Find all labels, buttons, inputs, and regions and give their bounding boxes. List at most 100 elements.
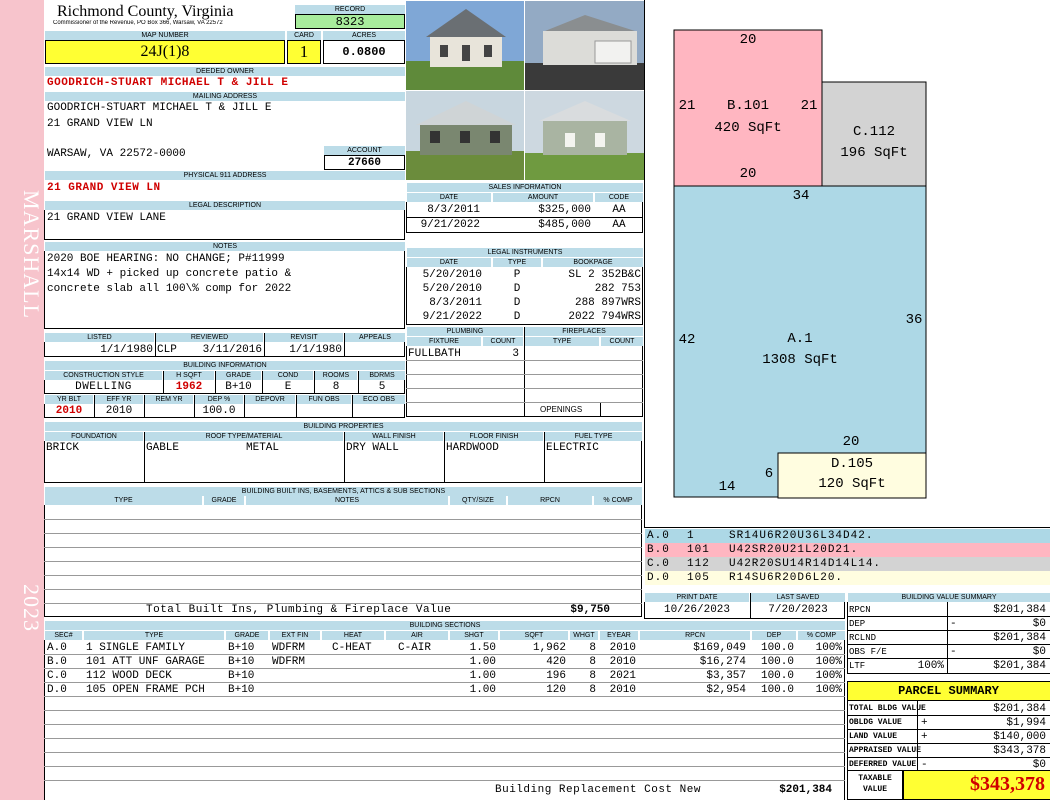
county-subtitle: Commissioner of the Revenue, PO Box 366,… — [53, 20, 223, 26]
section-sec: B.0 — [47, 656, 67, 668]
mailing-line-3: WARSAW, VA 22572-0000 — [47, 148, 186, 160]
notes-header: NOTES — [45, 242, 405, 251]
ecoobs-header: ECO OBS — [353, 395, 405, 404]
dim-b-top: 20 — [739, 32, 757, 48]
revisit-header: REVISIT — [265, 333, 343, 342]
sections-col-header: TYPE — [84, 631, 224, 640]
side-photo — [525, 1, 644, 90]
sketch-legend-row: A.0 1 SR14U6R20U36L34D42. — [645, 529, 1050, 543]
sections-col-header: AIR — [386, 631, 448, 640]
sales-amount: $325,000 — [538, 204, 591, 216]
section-shgt: 1.00 — [469, 670, 496, 682]
vs-ltf-label: LTF — [849, 661, 866, 671]
section-eyear: 2010 — [609, 642, 636, 654]
district-label: MARSHALL — [19, 190, 44, 320]
record-header: RECORD — [295, 5, 405, 14]
vs-ltf-pct: 100% — [917, 660, 944, 672]
builtins-col-type: TYPE — [45, 496, 202, 505]
section-grade: B+10 — [228, 656, 255, 668]
sketch-d-sqft: 120 SqFt — [818, 476, 886, 492]
section-rpcn: $3,357 — [706, 670, 746, 682]
floor-finish-header: FLOOR FINISH — [445, 432, 543, 441]
ps-obldg: $1,994 — [1006, 717, 1046, 729]
section-rpcn: $169,049 — [693, 642, 746, 654]
section-type: 1 SINGLE FAMILY — [86, 642, 186, 654]
county-title: Richmond County, Virginia — [57, 3, 234, 20]
last-saved-date: 7/20/2023 — [768, 604, 828, 616]
fireplaces-col-count: COUNT — [601, 337, 643, 346]
instrument-date: 5/20/2010 — [422, 269, 482, 281]
section-ext: WDFRM — [272, 656, 306, 668]
builtins-col-rpcn: RPCN — [508, 496, 592, 505]
construction-style: DWELLING — [75, 381, 132, 393]
taxable-label-1: TAXABLE — [858, 774, 892, 783]
section-eyear: 2010 — [609, 684, 636, 696]
sketch-b-sqft: 420 SqFt — [714, 120, 782, 136]
section-rpcn: $2,954 — [706, 684, 746, 696]
instrument-type: D — [513, 311, 521, 323]
plumbing-count: 3 — [512, 348, 519, 360]
listed-header: LISTED — [45, 333, 154, 342]
legend-path: R14SU6R20D6L20. — [729, 572, 844, 584]
instrument-bookpage: SL 2 352B&C — [568, 269, 641, 281]
legend-sec: C.0 — [647, 558, 670, 570]
section-whgt: 8 — [589, 642, 596, 654]
sales-col-amount: AMOUNT — [493, 193, 593, 202]
legal-description: 21 GRAND VIEW LANE — [47, 212, 166, 224]
year-label: 2023 — [19, 584, 44, 632]
notes-line-3: concrete slab all 100\% comp for 2022 — [47, 283, 292, 295]
sales-code: AA — [612, 204, 626, 216]
fuel-type-header: FUEL TYPE — [545, 432, 642, 441]
construction-style-header: CONSTRUCTION STYLE — [45, 371, 162, 380]
vs-rcl-label: RCLND — [849, 633, 877, 643]
appeals-header: APPEALS — [345, 333, 405, 342]
section-sec: A.0 — [47, 642, 67, 654]
roof-material-value: METAL — [246, 442, 280, 454]
value-summary-header: BUILDING VALUE SUMMARY — [848, 593, 1050, 602]
bedrooms-count: 5 — [378, 381, 386, 393]
dim-d-top: 20 — [842, 434, 860, 450]
fireplaces-header: FIREPLACES — [525, 327, 643, 336]
section-type: 105 OPEN FRAME PCH — [86, 684, 205, 696]
instrument-date: 5/20/2010 — [422, 283, 482, 295]
legend-code: 1 — [687, 530, 695, 542]
building-grade: B+10 — [225, 381, 252, 393]
effective-year: 2010 — [105, 405, 133, 417]
sales-header: SALES INFORMATION — [407, 183, 643, 192]
vs-ltf: $201,384 — [993, 660, 1046, 672]
porch-photo — [525, 91, 644, 180]
building-condition: E — [284, 381, 292, 393]
year-built: 2010 — [55, 405, 83, 417]
dim-d-left: 6 — [764, 466, 774, 482]
reviewer-initials: CLP — [157, 344, 177, 356]
section-dep: 100.0 — [760, 684, 794, 696]
map-header: MAP NUMBER — [45, 31, 285, 40]
section-dep: 100.0 — [760, 656, 794, 668]
properties-header: BUILDING PROPERTIES — [45, 422, 642, 431]
instrument-type: D — [513, 283, 521, 295]
sales-amount: $485,000 — [538, 219, 591, 231]
legend-code: 101 — [687, 544, 710, 556]
section-type: 112 WOOD DECK — [86, 670, 172, 682]
ps-obldg-label: OBLDG VALUE — [849, 718, 902, 727]
sections-col-header: RPCN — [640, 631, 750, 640]
deeded-owner: GOODRICH-STUART MICHAEL T & JILL E — [47, 77, 289, 89]
section-dep: 100.0 — [760, 642, 794, 654]
section-sec: D.0 — [47, 684, 67, 696]
legend-sec: B.0 — [647, 544, 670, 556]
brcn-value: $201,384 — [779, 784, 832, 796]
section-shgt: 1.50 — [469, 642, 496, 654]
dim-a-left: 42 — [678, 332, 696, 348]
sections-col-header: EYEAR — [600, 631, 638, 640]
cond-header: COND — [263, 371, 313, 380]
sales-col-code: CODE — [595, 193, 643, 202]
vs-dep-label: DEP — [849, 619, 866, 629]
card-number: 1 — [299, 42, 309, 61]
wall-finish-header: WALL FINISH — [345, 432, 443, 441]
plumbing-col-fixture: FIXTURE — [407, 337, 481, 346]
rooms-count: 8 — [332, 381, 340, 393]
section-whgt: 8 — [589, 670, 596, 682]
sections-col-header: % COMP — [798, 631, 845, 640]
legend-sec: A.0 — [647, 530, 670, 542]
plumbing-col-count: COUNT — [483, 337, 523, 346]
